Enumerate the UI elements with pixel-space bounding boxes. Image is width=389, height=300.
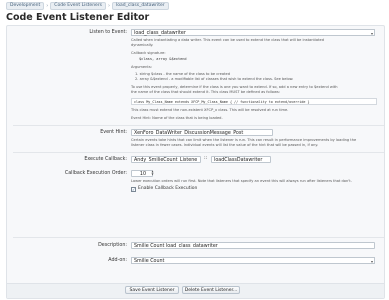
arguments-label: Arguments: bbox=[131, 65, 152, 69]
chevron-down-icon: ▾ bbox=[370, 259, 373, 264]
callback-signature-label: Callback signature: bbox=[131, 51, 166, 55]
addon-label: Add-on: bbox=[108, 258, 127, 263]
breadcrumb-code-event-listeners[interactable]: Code Event Listeners bbox=[50, 2, 107, 10]
breadcrumb: Development › Code Event Listeners › loa… bbox=[6, 2, 169, 10]
event-hint-label: Event Hint: bbox=[100, 130, 127, 135]
listen-to-desc-1: Called when instantiating a data writer.… bbox=[131, 38, 325, 42]
execution-order-label: Callback Execution Order: bbox=[64, 171, 127, 176]
divider bbox=[13, 237, 384, 238]
listen-to-value: load_class_datawriter bbox=[134, 31, 186, 36]
callback-signature: $class, array &$extend bbox=[139, 57, 187, 61]
usage-paragraph-3: This class must extend the non-existent … bbox=[131, 108, 289, 112]
listen-to-select[interactable]: load_class_datawriter ▾ bbox=[131, 29, 375, 36]
execute-callback-label: Execute Callback: bbox=[84, 157, 127, 162]
execution-order-stepper[interactable]: ▲ ▼ bbox=[150, 170, 155, 177]
callback-separator: :: bbox=[204, 156, 208, 161]
enable-callback-label: Enable Callback Execution bbox=[138, 186, 198, 191]
breadcrumb-development[interactable]: Development bbox=[6, 2, 45, 10]
stepper-down-icon[interactable]: ▼ bbox=[150, 173, 155, 176]
listen-to-desc-2: dynamically. bbox=[131, 43, 154, 47]
addon-select[interactable]: Smilie Count ▾ bbox=[131, 257, 375, 264]
description-label: Description: bbox=[98, 243, 127, 248]
divider bbox=[13, 152, 384, 153]
execution-order-desc: Lower execution orders will run first. N… bbox=[131, 179, 352, 183]
event-hint-desc-2: listener class in fewer cases. Individua… bbox=[131, 143, 319, 147]
chevron-down-icon: ▾ bbox=[370, 31, 373, 36]
save-button[interactable]: Save Event Listener bbox=[125, 286, 179, 294]
event-hint-note: Event Hint: Name of the class that is be… bbox=[131, 116, 223, 120]
callback-class-input[interactable]: Andy_SmilieCount_Listene bbox=[131, 156, 201, 163]
button-bar: Save Event Listener Delete Event Listene… bbox=[7, 283, 384, 298]
divider bbox=[13, 125, 384, 126]
enable-callback-checkbox[interactable]: ✓ bbox=[131, 187, 136, 192]
event-hint-input[interactable]: XenForo_DataWriter_DiscussionMessage_Pos… bbox=[131, 129, 273, 136]
page-title: Code Event Listener Editor bbox=[6, 12, 150, 23]
callback-method-input[interactable]: loadClassDatawriter bbox=[211, 156, 271, 163]
delete-button[interactable]: Delete Event Listener... bbox=[182, 286, 240, 294]
usage-paragraph-2: the name of the class that should extend… bbox=[131, 90, 280, 94]
description-input[interactable]: Smilie Count load_class_datawriter bbox=[131, 242, 375, 249]
argument-2: 2. array &$extend - a modifiable list of… bbox=[135, 77, 294, 81]
breadcrumb-separator-icon: › bbox=[46, 3, 49, 9]
breadcrumb-current[interactable]: load_class_datawriter bbox=[112, 2, 169, 10]
class-definition-code: class My_Class_Name extends XFCP_My_Clas… bbox=[131, 98, 377, 105]
breadcrumb-separator-icon: › bbox=[108, 3, 111, 9]
listen-to-label: Listen to Event: bbox=[89, 30, 127, 35]
addon-value: Smilie Count bbox=[134, 259, 165, 264]
listener-form: Listen to Event: load_class_datawriter ▾… bbox=[6, 25, 385, 299]
